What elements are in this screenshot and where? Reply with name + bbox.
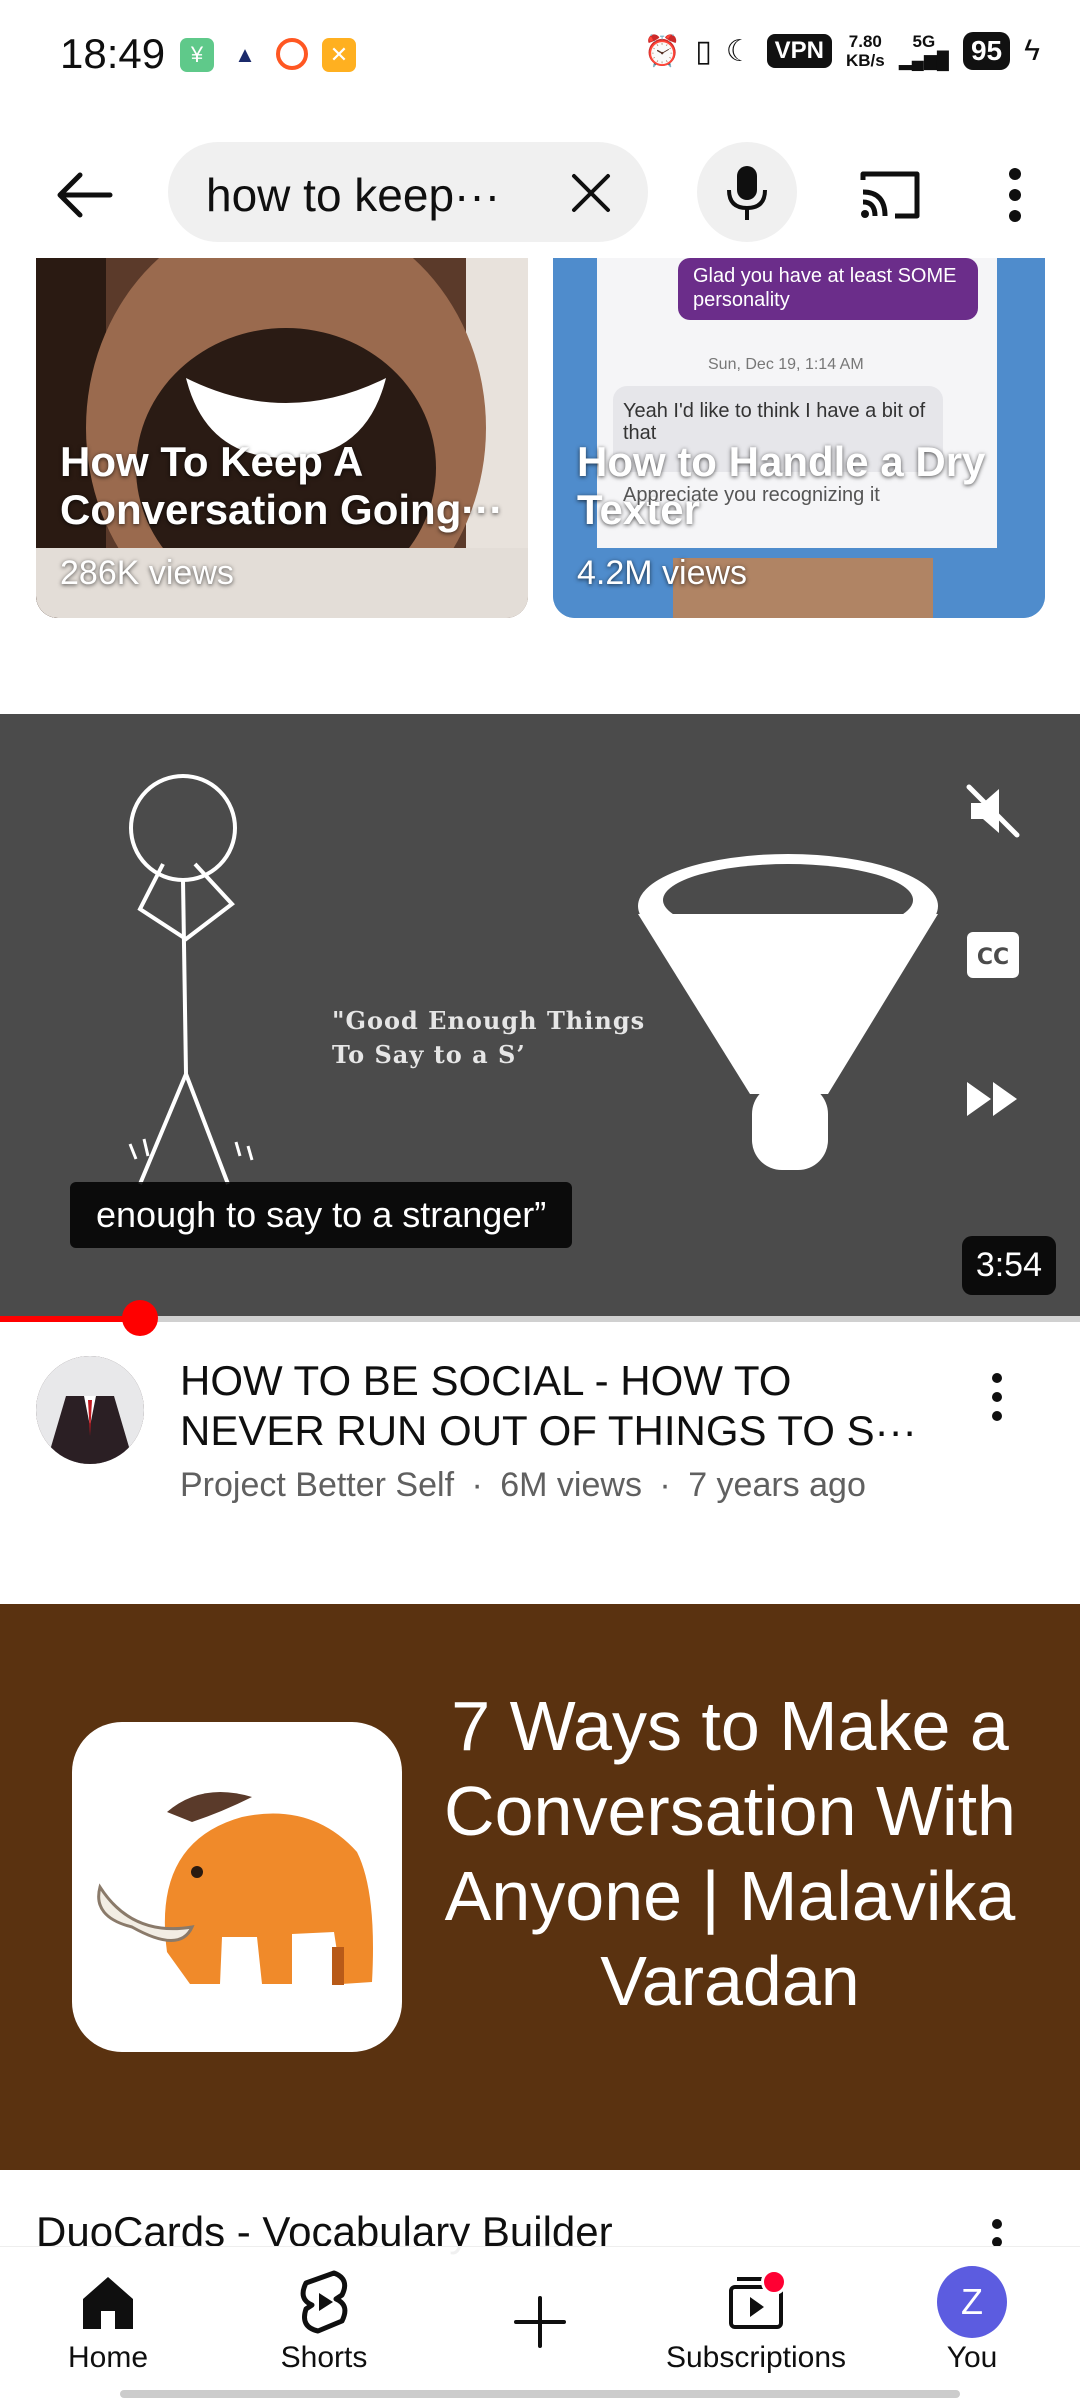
short-views: 286K views [60, 554, 234, 592]
alarm-icon: ⏰ [643, 34, 682, 68]
nav-home[interactable]: Home [0, 2247, 216, 2401]
bottom-navigation: Home Shorts Subscriptions Z You [0, 2246, 1080, 2401]
nav-you[interactable]: Z You [864, 2247, 1080, 2401]
notification-dot [761, 2269, 787, 2295]
volume-muted-icon [966, 784, 1020, 838]
nav-subscriptions[interactable]: Subscriptions [648, 2247, 864, 2401]
short-card[interactable]: How To Keep A Conversation Going··· 286K… [36, 258, 528, 618]
app-notification-icon: ¥ [180, 38, 214, 72]
video-title[interactable]: HOW TO BE SOCIAL - HOW TO NEVER RUN OUT … [180, 1356, 940, 1456]
chat-reply-text: Appreciate you recognizing it [623, 484, 880, 506]
create-plus-icon [505, 2287, 575, 2357]
vpn-badge: VPN [766, 34, 832, 68]
channel-avatar-image [36, 1356, 144, 1464]
back-button[interactable] [50, 160, 120, 230]
nav-shorts[interactable]: Shorts [216, 2247, 432, 2401]
voice-search-button[interactable] [697, 142, 797, 242]
status-bar: 18:49 ¥ ▲ ✕ ⏰ ▯ ☾ VPN 7.80 KB/s 5G ▂▄▆█ … [0, 0, 1080, 110]
clear-search-button[interactable] [568, 170, 614, 216]
nav-create[interactable] [432, 2247, 648, 2401]
fast-forward-icon [967, 1082, 1017, 1116]
video-progress-bar[interactable] [0, 1300, 1080, 1336]
short-views: 4.2M views [577, 554, 748, 592]
chat-bubble-text: Glad you have at least SOME personality [693, 265, 957, 311]
profile-avatar: Z [937, 2266, 1007, 2338]
subscriptions-icon [721, 2267, 791, 2337]
meta-separator: · [659, 1466, 671, 1504]
more-vertical-icon [992, 1373, 1002, 1421]
mute-button[interactable] [958, 776, 1028, 846]
cat-app-icon: ▲ [228, 38, 262, 72]
net-speed-value: 7.80 [848, 32, 882, 51]
view-count: 6M views [500, 1466, 642, 1504]
channel-avatar[interactable] [36, 1356, 144, 1464]
notification-icons: ¥ ▲ ✕ [180, 38, 356, 72]
microphone-icon [727, 166, 767, 220]
ring-app-icon [276, 38, 308, 70]
chat-date: Sun, Dec 19, 1:14 AM [708, 356, 864, 373]
tools-app-icon: ✕ [322, 38, 356, 72]
captions-button[interactable]: CC [958, 920, 1028, 990]
nav-shorts-label: Shorts [280, 2341, 368, 2374]
charging-icon: ϟ [1024, 34, 1040, 67]
cast-icon [860, 171, 920, 219]
ad-app-icon [72, 1722, 402, 2052]
nav-you-label: You [946, 2341, 998, 2374]
battery-level: 95 [962, 32, 1011, 70]
back-arrow-icon [57, 172, 113, 218]
progress-scrubber[interactable] [122, 1300, 159, 1336]
search-box[interactable]: how to keep··· [168, 142, 648, 242]
short-title: How To Keep A Conversation Going··· [60, 438, 504, 533]
more-vertical-icon [992, 2219, 1002, 2247]
video-slide-text: "Good Enough Things To Say to a S’ [332, 1006, 646, 1069]
network-type: 5G [912, 32, 936, 51]
network-speed: 7.80 KB/s [846, 32, 885, 70]
more-vertical-icon [1009, 168, 1021, 222]
ad-headline: 7 Ways to Make a Conversation With Anyon… [444, 1687, 1016, 2020]
more-options-button[interactable] [995, 160, 1035, 230]
cast-button[interactable] [855, 160, 925, 230]
short-card[interactable]: Glad you have at least SOME personality … [553, 258, 1045, 618]
svg-text:CC: CC [977, 945, 1009, 970]
home-icon [73, 2267, 143, 2337]
search-query[interactable]: how to keep··· [206, 168, 500, 222]
signal-indicator: 5G ▂▄▆█ [899, 32, 949, 70]
profile-initial: Z [937, 2266, 1007, 2338]
video-player[interactable]: "Good Enough Things To Say to a S’ CC en… [0, 714, 1080, 1318]
ad-banner[interactable]: 7 Ways to Make a Conversation With Anyon… [0, 1604, 1080, 2170]
channel-name[interactable]: Project Better Self [180, 1466, 454, 1504]
meta-separator: · [471, 1466, 483, 1504]
shorts-icon [289, 2267, 359, 2337]
close-icon [572, 174, 610, 212]
video-duration: 3:54 [961, 1236, 1056, 1295]
signal-bars-icon: ▂▄▆█ [898, 51, 949, 70]
nav-subscriptions-label: Subscriptions [665, 2341, 847, 2374]
nav-home-label: Home [67, 2341, 149, 2374]
net-speed-unit: KB/s [845, 51, 885, 70]
video-menu-button[interactable] [977, 1364, 1017, 1434]
do-not-disturb-icon: ☾ [725, 34, 753, 68]
search-header: how to keep··· [0, 130, 1080, 250]
progress-fill [0, 1316, 141, 1322]
upload-age: 7 years ago [688, 1466, 866, 1504]
closed-captions-icon: CC [967, 932, 1019, 978]
vibrate-icon: ▯ [695, 34, 712, 68]
video-caption: enough to say to a stranger” [70, 1182, 573, 1248]
video-metadata: Project Better Self · 6M views · 7 years… [180, 1466, 866, 1505]
status-icons: ⏰ ▯ ☾ VPN 7.80 KB/s 5G ▂▄▆█ 95 ϟ [644, 32, 1040, 70]
fast-forward-button[interactable] [958, 1064, 1028, 1134]
mammoth-icon [97, 1792, 373, 1985]
gesture-bar [120, 2390, 960, 2398]
status-time: 18:49 [60, 30, 166, 77]
